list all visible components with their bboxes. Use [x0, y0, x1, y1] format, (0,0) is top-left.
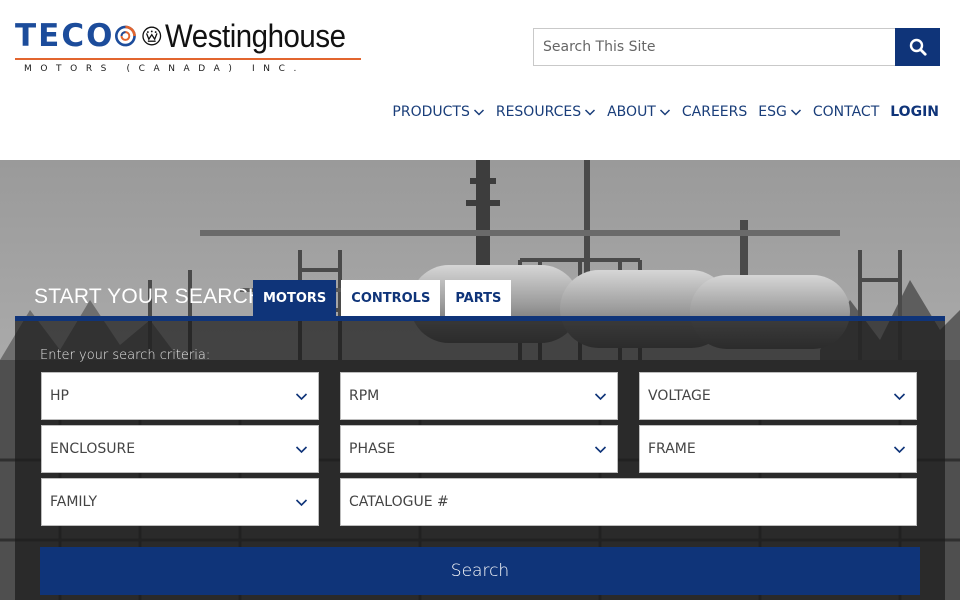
chevron-down-icon [295, 499, 308, 507]
site-search-input[interactable] [533, 28, 895, 66]
tab-parts[interactable]: PARTS [445, 280, 512, 316]
nav-item-label: LOGIN [890, 104, 939, 120]
chevron-down-icon [594, 393, 607, 401]
frame-select[interactable]: FRAME [639, 425, 917, 473]
chevron-down-icon [790, 109, 801, 116]
nav-item-label: CONTACT [812, 104, 880, 120]
frame-select-label: FRAME [648, 441, 696, 457]
chevron-down-icon [295, 446, 308, 454]
phase-select-label: PHASE [349, 441, 396, 457]
rpm-select[interactable]: RPM [340, 372, 618, 420]
chevron-down-icon [659, 109, 670, 116]
logo-westinghouse-text: Westinghouse [164, 18, 346, 54]
main-nav: PRODUCTS RESOURCES ABOUT CAREERS ESG CON… [392, 101, 939, 123]
voltage-select[interactable]: VOLTAGE [639, 372, 917, 420]
hp-select[interactable]: HP [41, 372, 319, 420]
westinghouse-w-icon [142, 26, 162, 46]
rpm-select-label: RPM [349, 388, 380, 404]
search-button[interactable]: Search [40, 547, 920, 595]
hp-select-label: HP [50, 388, 69, 404]
nav-item-resources[interactable]: RESOURCES [496, 104, 596, 120]
chevron-down-icon [893, 446, 906, 454]
site-header: TECO Westinghouse MOTORS (CANADA) INC. S… [0, 0, 960, 160]
nav-item-esg[interactable]: ESG [758, 104, 802, 120]
voltage-select-label: VOLTAGE [648, 388, 711, 404]
tab-motors[interactable]: MOTORS [253, 280, 337, 316]
nav-item-label: CAREERS [681, 104, 748, 120]
site-search-button[interactable] [895, 28, 940, 66]
nav-item-contact[interactable]: CONTACT [813, 104, 879, 120]
chevron-down-icon [295, 393, 308, 401]
logo-divider [15, 58, 361, 60]
enclosure-select[interactable]: ENCLOSURE [41, 425, 319, 473]
nav-item-login[interactable]: LOGIN [890, 104, 939, 120]
teco-westinghouse-logo[interactable]: TECO Westinghouse MOTORS (CANADA) INC. [15, 18, 361, 78]
family-select[interactable]: FAMILY [41, 478, 319, 526]
search-icon [909, 38, 927, 56]
nav-item-careers[interactable]: CAREERS [682, 104, 747, 120]
nav-item-products[interactable]: PRODUCTS [392, 104, 484, 120]
logo-subtitle: MOTORS (CANADA) INC. [24, 64, 305, 74]
nav-item-label: ESG [758, 104, 787, 120]
chevron-down-icon [585, 109, 596, 116]
site-search [533, 28, 940, 66]
chevron-down-icon [594, 446, 607, 454]
family-select-label: FAMILY [50, 494, 98, 510]
logo-wordmark: TECO Westinghouse [15, 18, 361, 54]
chevron-down-icon [473, 109, 484, 116]
catalogue-input[interactable] [349, 479, 916, 525]
search-tabs: MOTORS CONTROLS PARTS [253, 280, 516, 316]
search-panel: Enter your search criteria: HP RPM VOLTA… [15, 316, 945, 600]
nav-item-about[interactable]: ABOUT [607, 104, 671, 120]
nav-item-label: RESOURCES [495, 104, 582, 120]
hero-search-section: START YOUR SEARCH: MOTORS CONTROLS PARTS… [0, 160, 960, 600]
search-criteria-hint: Enter your search criteria: [40, 348, 211, 363]
enclosure-select-label: ENCLOSURE [50, 441, 136, 457]
nav-item-label: PRODUCTS [392, 104, 470, 120]
chevron-down-icon [893, 393, 906, 401]
logo-teco-text: TECO [15, 18, 115, 54]
start-search-label: START YOUR SEARCH: [34, 285, 270, 308]
tab-controls[interactable]: CONTROLS [341, 280, 441, 316]
teco-swirl-icon [115, 25, 137, 47]
nav-item-label: ABOUT [607, 104, 656, 120]
catalogue-field[interactable] [340, 478, 917, 526]
phase-select[interactable]: PHASE [340, 425, 618, 473]
